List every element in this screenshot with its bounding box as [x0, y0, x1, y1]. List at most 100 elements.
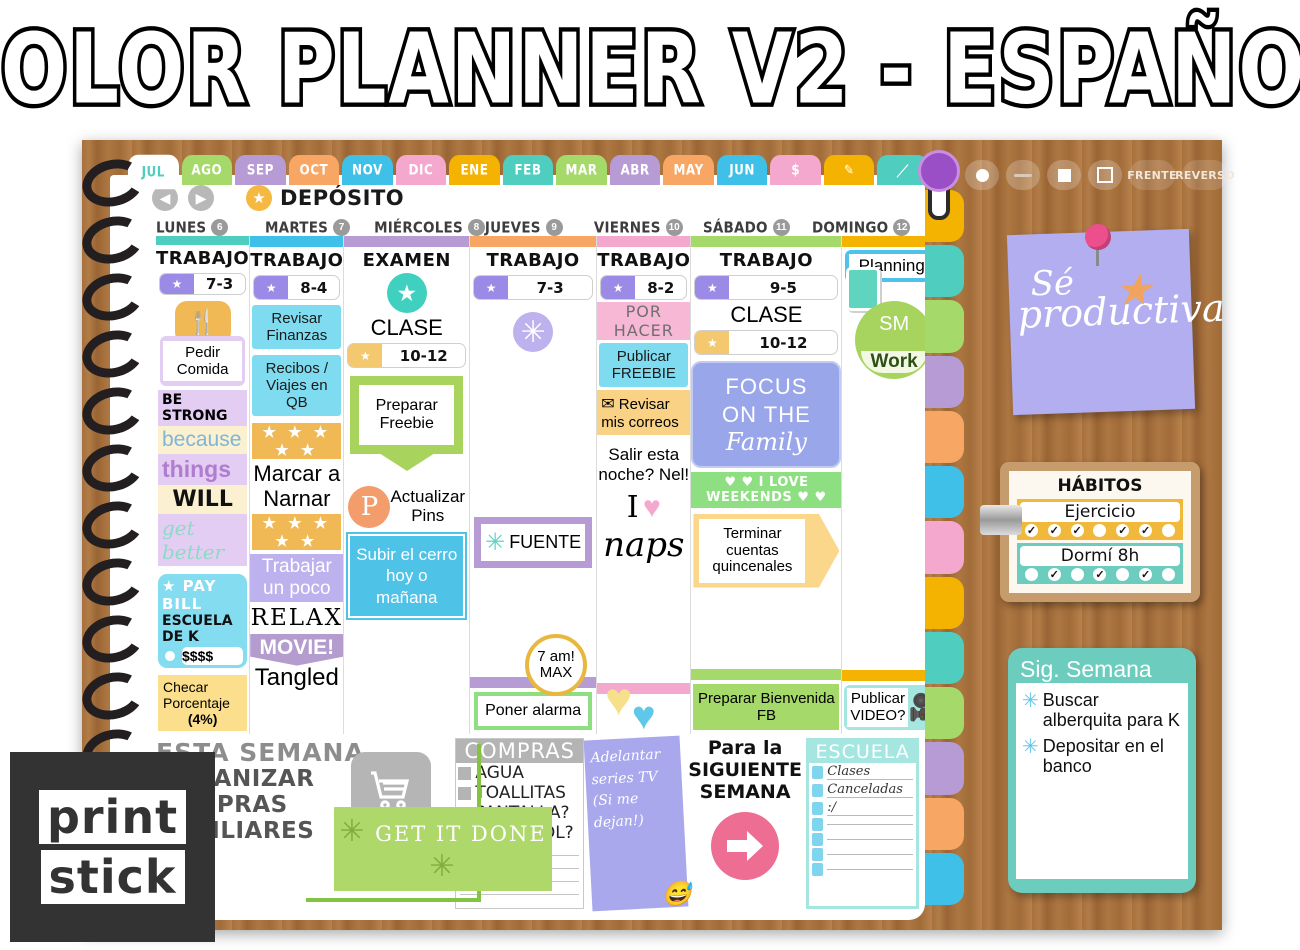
- reverso-button[interactable]: REVERSO: [1175, 160, 1235, 190]
- frente-button[interactable]: FRENTE: [1127, 160, 1176, 190]
- habit-check[interactable]: ✓: [1093, 568, 1107, 581]
- day-column-viernes[interactable]: TRABAJO ★ 8-2 POR HACER Publicar FREEBIE…: [597, 236, 692, 738]
- publicar-freebie-sticker[interactable]: Publicar FREEBIE: [599, 343, 689, 387]
- sig-semana-card[interactable]: Sig. Semana ✳ Buscar alberquita para K ✳…: [1008, 648, 1196, 893]
- purple-pin-button[interactable]: [918, 150, 960, 192]
- side-tab-4[interactable]: [922, 410, 964, 464]
- checkbox-icon[interactable]: [812, 833, 824, 846]
- checkbox-icon[interactable]: [812, 765, 824, 779]
- day-column-sabado[interactable]: TRABAJO ★ 9-5 CLASE ★ 10-12 FOCUS ON THE…: [691, 236, 843, 734]
- radio-icon[interactable]: [162, 647, 178, 664]
- subir-cerro-sticker[interactable]: Subir el cerro hoy o mañana: [346, 532, 468, 620]
- focus-family-card[interactable]: FOCUS ON THE Family: [691, 361, 842, 468]
- habit-checks[interactable]: ✓ ✓ ✓: [1020, 568, 1180, 581]
- month-tab-jun[interactable]: JUN: [716, 155, 768, 185]
- day-header-sábado[interactable]: SÁBADO 11: [703, 219, 812, 236]
- tv-series-note[interactable]: Adelantar series TV (Si me dejan!) 😅: [583, 735, 692, 912]
- preparar-bienvenida-sticker[interactable]: Preparar Bienvenida FB: [693, 683, 840, 730]
- day-header-viernes[interactable]: VIERNES 10: [594, 219, 703, 236]
- side-tab-12[interactable]: [922, 852, 964, 906]
- top-toolbar[interactable]: FRENTE REVERSO: [965, 160, 1235, 190]
- checkbox-icon[interactable]: [812, 848, 824, 861]
- checar-porcentaje-note[interactable]: Checar Porcentaje (4%): [158, 674, 248, 731]
- escuela-item[interactable]: [809, 862, 916, 877]
- side-tab-11[interactable]: [922, 797, 964, 850]
- day-column-lunes[interactable]: TRABAJO ★ 7-3 🍴 Pedir Comida BE STRONG b…: [156, 236, 251, 734]
- right-arrow-icon[interactable]: [711, 811, 780, 880]
- checkbox-icon[interactable]: [812, 818, 824, 831]
- month-tab-sep[interactable]: SEP: [235, 155, 286, 185]
- habit-row[interactable]: Dormí 8h ✓ ✓ ✓: [1017, 543, 1183, 584]
- month-tab-may[interactable]: MAY: [663, 155, 714, 185]
- day-header-jueves[interactable]: JUEVES 9: [485, 219, 594, 236]
- habit-checks[interactable]: ✓ ✓ ✓ ✓ ✓: [1020, 524, 1180, 537]
- month-tab-ene[interactable]: ENE: [449, 155, 500, 185]
- side-tab-8[interactable]: [922, 631, 964, 685]
- month-tab-$[interactable]: $: [770, 155, 821, 185]
- poner-alarma-sticker[interactable]: Poner alarma: [474, 691, 593, 730]
- siguiente-semana-panel[interactable]: Para la SIGUIENTE SEMANA: [688, 737, 802, 909]
- pay-bill-sticker[interactable]: ★ PAY BILL ESCUELA DE K $$$$: [158, 573, 248, 668]
- day-column-domingo[interactable]: Planning! SM Work Publicar VIDEO? 🎥: [842, 236, 925, 734]
- habit-check[interactable]: [1161, 568, 1175, 581]
- habit-check[interactable]: ✓: [1047, 568, 1061, 581]
- terminar-cuentas-arrow[interactable]: Terminar cuentas quincenales: [693, 514, 840, 588]
- por-hacer-band[interactable]: POR HACER: [597, 302, 691, 340]
- month-tab-nov[interactable]: NOV: [342, 155, 393, 185]
- habit-check[interactable]: ✓: [1070, 524, 1084, 537]
- side-tab-strip[interactable]: [922, 190, 964, 906]
- jueves-time-chip[interactable]: ★ 7-3: [473, 275, 594, 300]
- day-column-miercoles[interactable]: EXAMEN ★ CLASE ★ 10-12 Preparar Freebie …: [344, 236, 471, 734]
- line-tool-button[interactable]: [1006, 160, 1040, 190]
- recibos-sticker[interactable]: Recibos / Viajes en QB: [252, 355, 342, 416]
- habit-row[interactable]: Ejercicio ✓ ✓ ✓ ✓ ✓: [1017, 499, 1183, 540]
- day-column-martes[interactable]: TRABAJO ★ 8-4 Revisar Finanzas Recibos /…: [250, 236, 345, 734]
- circle-tool-button[interactable]: [965, 160, 999, 190]
- lunes-time-chip[interactable]: ★ 7-3: [159, 273, 247, 296]
- habit-check[interactable]: ✓: [1139, 568, 1153, 581]
- side-tab-1[interactable]: [922, 245, 964, 298]
- escuela-list[interactable]: ESCUELA Clases Canceladas :/: [806, 738, 919, 909]
- viernes-time-chip[interactable]: ★ 8-2: [600, 275, 688, 300]
- side-tab-6[interactable]: [922, 521, 964, 574]
- next-week-button[interactable]: ▶: [188, 185, 214, 211]
- get-it-done-banner[interactable]: ✳ GET IT DONE ✳: [334, 807, 552, 891]
- habit-check[interactable]: ✓: [1047, 524, 1061, 537]
- month-tab-ago[interactable]: AGO: [181, 155, 233, 185]
- fuente-sticker[interactable]: ✳ FUENTE: [474, 517, 593, 568]
- outline-square-tool-button[interactable]: [1088, 160, 1122, 190]
- side-tab-5[interactable]: [922, 466, 964, 519]
- revisar-finanzas-sticker[interactable]: Revisar Finanzas: [252, 305, 342, 349]
- marcar-narnar-sticker[interactable]: ★ ★ ★ ★ ★ Marcar a Narnar ★ ★ ★ ★ ★: [252, 423, 342, 550]
- habit-check[interactable]: ✓: [1024, 524, 1038, 537]
- pedir-comida-sticker[interactable]: Pedir Comida: [160, 335, 246, 386]
- side-tab-3[interactable]: [922, 355, 964, 408]
- escuela-item[interactable]: Clases: [809, 763, 916, 781]
- month-tab-abr[interactable]: ABR: [609, 155, 661, 185]
- side-tab-9[interactable]: [922, 687, 964, 740]
- side-tab-7[interactable]: [922, 576, 964, 629]
- habit-check[interactable]: [1116, 568, 1130, 581]
- escuela-item[interactable]: [809, 817, 916, 832]
- escuela-item[interactable]: :/: [809, 799, 916, 817]
- quote-sticker[interactable]: BE STRONG because things WILL get better: [158, 389, 248, 566]
- month-tab-✎[interactable]: ✎: [823, 155, 875, 185]
- month-tab-oct[interactable]: OCT: [288, 155, 340, 185]
- sig-semana-item[interactable]: ✳ Buscar alberquita para K: [1022, 690, 1182, 730]
- side-tab-10[interactable]: [922, 742, 964, 795]
- habit-check[interactable]: [1093, 524, 1107, 537]
- revisar-correos-sticker[interactable]: ✉ Revisar mis correos: [597, 390, 691, 435]
- i-love-weekends-band[interactable]: ♥ ♥ I LOVE WEEKENDS ♥ ♥: [691, 472, 842, 508]
- checkbox-icon[interactable]: [812, 863, 824, 876]
- month-tab-feb[interactable]: FEB: [502, 155, 554, 185]
- habit-check[interactable]: [1024, 568, 1038, 581]
- publicar-video-sticker[interactable]: Publicar VIDEO? 🎥: [844, 685, 925, 730]
- escuela-item[interactable]: [809, 847, 916, 862]
- month-tab-mar[interactable]: MAR: [556, 155, 607, 185]
- movie-banner[interactable]: MOVIE!: [250, 633, 344, 666]
- month-tab-bar[interactable]: JUL AGO SEP OCT NOV DIC ENE FEB MAR ABR MAY JUN $ ✎ ／: [128, 154, 928, 190]
- escuela-item[interactable]: Canceladas: [809, 781, 916, 799]
- sig-semana-item[interactable]: ✳ Depositar en el banco: [1022, 736, 1182, 776]
- habits-clipboard[interactable]: HÁBITOS Ejercicio ✓ ✓ ✓ ✓ ✓ Dormí 8h ✓ ✓…: [1000, 462, 1200, 602]
- day-header-lunes[interactable]: LUNES 6: [156, 219, 265, 236]
